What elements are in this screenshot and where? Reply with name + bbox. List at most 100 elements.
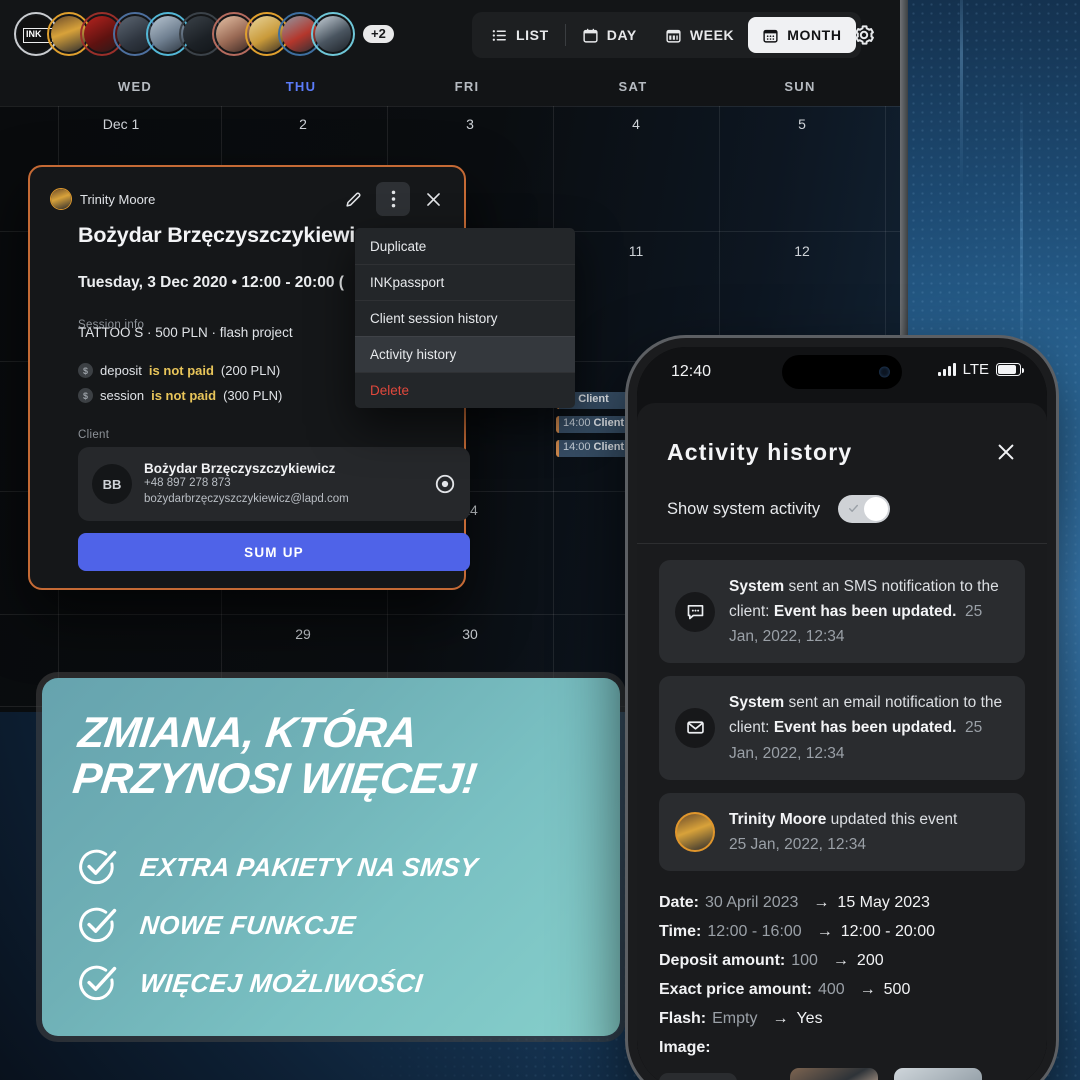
event-context-menu[interactable]: Duplicate INKpassport Client session his… — [355, 228, 575, 408]
image-thumbnail[interactable] — [790, 1067, 878, 1080]
show-system-activity-label: Show system activity — [667, 499, 821, 518]
menu-item-inkpassport[interactable]: INKpassport — [355, 264, 575, 300]
edit-event-button[interactable] — [336, 182, 370, 216]
arrow-icon: → — [832, 951, 849, 969]
view-tab-month[interactable]: MONTH — [748, 17, 856, 53]
diff-row-date: Date: 30 April 2023 → 15 May 2023 — [659, 894, 1025, 912]
weekday-wed: WED — [117, 79, 153, 94]
menu-item-duplicate[interactable]: Duplicate — [355, 228, 575, 264]
activity-body: updated this event — [826, 810, 958, 828]
envelope-icon — [675, 707, 715, 748]
list-icon — [492, 29, 506, 41]
screenshot-root: INK +2 LIST DAY WEEK MONTH WED THU FRI S… — [0, 0, 1080, 1080]
promo-bullet-label: NOWE FUNKCJE — [138, 909, 358, 940]
close-popup-button[interactable] — [416, 182, 450, 216]
promo-headline-line2: PRZYNOSI WIĘCEJ! — [70, 755, 480, 804]
activity-item[interactable]: Trinity Moore updated this event 25 Jan, … — [659, 792, 1025, 871]
close-sheet-button[interactable] — [995, 441, 1017, 463]
promo-headline-line1: ZMIANA, KTÓRA — [75, 709, 420, 757]
phone-status-right: LTE — [937, 361, 1025, 378]
weekday-fri: FRI — [454, 79, 480, 94]
client-preview-button[interactable] — [434, 473, 456, 495]
deposit-payment-row: $ deposit is not paid (200 PLN) — [78, 363, 280, 378]
more-options-button[interactable] — [376, 182, 410, 216]
close-icon — [998, 444, 1014, 460]
calendar-day-icon — [583, 28, 598, 43]
calendar-event-time: 14:00 — [563, 441, 591, 453]
artist-avatar-group[interactable]: INK +2 — [14, 12, 394, 56]
image-thumbnail[interactable] — [894, 1067, 982, 1080]
calendar-event-label: Client — [578, 393, 609, 405]
network-label: LTE — [962, 361, 989, 378]
calendar-event-label: Client — [593, 417, 625, 429]
diff-label: Image: — [659, 1038, 711, 1056]
calendar-daynum[interactable]: 3 — [415, 116, 525, 132]
weekday-thu: THU — [285, 79, 317, 94]
diff-row-time: Time: 12:00 - 16:00 → 12:00 - 20:00 — [659, 923, 1025, 941]
view-tab-week-label: WEEK — [689, 27, 735, 43]
popup-artist-name: Trinity Moore — [80, 191, 156, 207]
popup-header: Trinity Moore — [50, 182, 450, 216]
diff-old-value: Empty — [712, 1009, 758, 1027]
diff-row-exact-price: Exact price amount: 400 → 500 — [659, 981, 1025, 999]
calendar-daynum[interactable]: 11 — [581, 243, 691, 259]
avatar-overflow-badge[interactable]: +2 — [363, 24, 394, 44]
menu-item-activity-history[interactable]: Activity history — [355, 336, 575, 372]
pencil-icon — [345, 191, 361, 207]
view-tab-week[interactable]: WEEK — [651, 17, 748, 53]
view-tab-day[interactable]: DAY — [568, 17, 651, 53]
show-system-activity-row: Show system activity — [667, 495, 1017, 523]
promo-bullet: NOWE FUNKCJE — [76, 896, 596, 954]
diff-old-value: 30 April 2023 — [705, 893, 799, 911]
settings-button[interactable] — [852, 23, 876, 47]
calendar-daynum[interactable]: 5 — [747, 116, 857, 132]
show-system-activity-toggle[interactable] — [838, 495, 891, 523]
arrow-icon: → — [859, 980, 876, 998]
calendar-daynum[interactable]: 29 — [248, 626, 358, 642]
activity-item[interactable]: System sent an email notification to the… — [659, 676, 1025, 780]
view-switcher[interactable]: LIST DAY WEEK MONTH — [472, 12, 861, 58]
deposit-name: deposit — [100, 363, 142, 378]
menu-item-delete[interactable]: Delete — [355, 372, 575, 408]
toolbar-divider — [564, 24, 566, 46]
promo-bullet-list: EXTRA PAKIETY NA SMSY NOWE FUNKCJE WIĘCE… — [76, 838, 596, 1012]
calendar-daynum[interactable]: 2 — [248, 116, 358, 132]
user-avatar-icon — [675, 811, 715, 852]
diff-new-value: 15 May 2023 — [837, 893, 930, 911]
check-icon — [849, 504, 859, 512]
calendar-daynum[interactable]: 12 — [747, 243, 857, 259]
calendar-daynum[interactable]: 30 — [415, 626, 525, 642]
popup-artist: Trinity Moore — [50, 188, 155, 210]
view-tab-month-label: MONTH — [787, 27, 842, 43]
activity-actor: System — [729, 578, 785, 595]
client-label: Client — [78, 429, 110, 441]
activity-timestamp: 25 Jan, 2022, 12:34 — [729, 835, 867, 853]
sum-up-button[interactable]: SUM UP — [78, 533, 470, 571]
client-initials-avatar: BB — [92, 464, 132, 504]
menu-item-client-session-history[interactable]: Client session history — [355, 300, 575, 336]
diff-label: Exact price amount: — [659, 980, 812, 998]
view-tab-list-label: LIST — [516, 27, 549, 43]
activity-history-body[interactable]: System sent an SMS notification to the c… — [637, 544, 1047, 1080]
avatar[interactable] — [311, 12, 355, 56]
view-tab-day-label: DAY — [606, 27, 637, 43]
promo-headline: ZMIANA, KTÓRA PRZYNOSI WIĘCEJ! — [70, 709, 601, 804]
view-tab-list[interactable]: LIST — [477, 17, 563, 53]
promo-bullet: EXTRA PAKIETY NA SMSY — [76, 838, 596, 896]
activity-item[interactable]: System sent an SMS notification to the c… — [659, 560, 1025, 664]
calendar-week-icon — [666, 29, 681, 43]
client-card[interactable]: BB Bożydar Brzęczyszczykiewicz +48 897 2… — [78, 447, 470, 521]
front-camera-icon — [879, 366, 890, 378]
session-name: session — [100, 388, 145, 403]
activity-actor: System — [729, 694, 785, 712]
activity-text: System sent an SMS notification to the c… — [729, 574, 1009, 649]
calendar-daynum[interactable]: Dec 1 — [66, 116, 176, 132]
session-meta: TATTOO S · 500 PLN · flash project — [78, 325, 293, 340]
diff-new-value: 500 — [883, 980, 911, 998]
calendar-daynum[interactable]: 4 — [581, 116, 691, 132]
phone-status-bar: 12:40 LTE — [637, 347, 1047, 403]
battery-icon — [996, 363, 1025, 376]
diff-label: Flash: — [659, 1009, 707, 1027]
signal-bars-icon — [937, 363, 956, 376]
diff-label: Deposit amount: — [659, 951, 786, 969]
